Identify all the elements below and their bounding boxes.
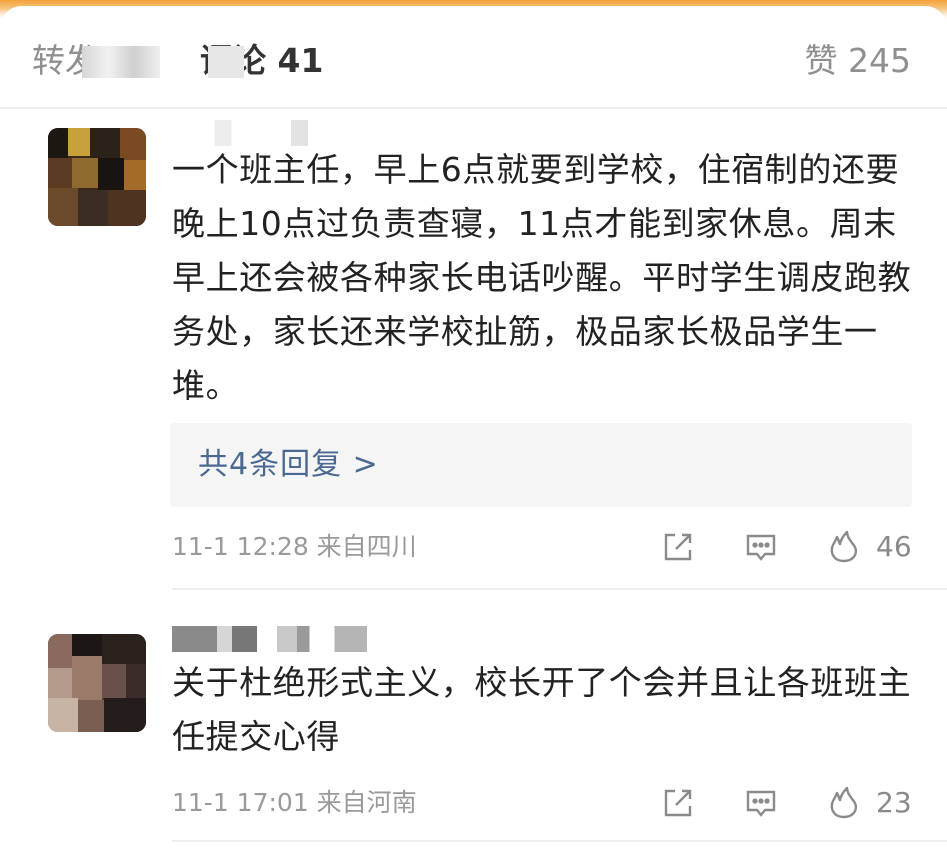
- flame-like-icon[interactable]: [826, 785, 862, 821]
- comments-panel: 转发 评论 41 赞 245 一个班主任，早上6点就要到学校，住宿制的还要晚上1…: [0, 6, 947, 850]
- replies-label: 共4条回复 >: [198, 447, 379, 482]
- comment-text: 一个班主任，早上6点就要到学校，住宿制的还要晚上10点过负责查寝，11点才能到家…: [172, 150, 912, 405]
- view-replies-button[interactable]: 共4条回复 >: [170, 423, 912, 507]
- like-count: 46: [876, 530, 912, 563]
- comment-divider: [172, 588, 947, 590]
- tab-overlay-obscured: [208, 46, 244, 78]
- repost-count-obscured: [82, 46, 160, 78]
- tab-likes[interactable]: 赞 245: [805, 40, 911, 82]
- tab-divider: [0, 107, 947, 109]
- flame-like-icon[interactable]: [826, 529, 862, 565]
- share-icon[interactable]: [660, 529, 696, 565]
- avatar[interactable]: [48, 128, 146, 226]
- comment-text: 关于杜绝形式主义，校长开了个会并且让各班班主任提交心得: [172, 663, 912, 756]
- share-icon[interactable]: [660, 785, 696, 821]
- comment-icon[interactable]: [743, 785, 779, 821]
- comment-icon[interactable]: [743, 529, 779, 565]
- like-count: 23: [876, 786, 912, 819]
- comment-item: 关于杜绝形式主义，校长开了个会并且让各班班主任提交心得 11-1 17:01 来…: [0, 596, 947, 850]
- comment-meta: 11-1 17:01 来自河南: [172, 788, 417, 817]
- comment-divider: [172, 840, 947, 842]
- comment-meta: 11-1 12:28 来自四川: [172, 532, 417, 561]
- avatar[interactable]: [48, 634, 146, 732]
- username-obscured[interactable]: [172, 626, 422, 652]
- comment-item: 一个班主任，早上6点就要到学校，住宿制的还要晚上10点过负责查寝，11点才能到家…: [0, 110, 947, 590]
- tab-bar: 转发 评论 41 赞 245: [0, 6, 947, 114]
